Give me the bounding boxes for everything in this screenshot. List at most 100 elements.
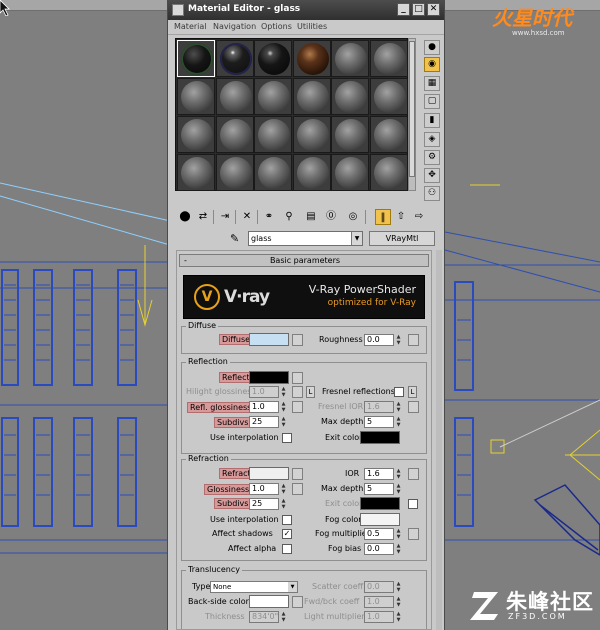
spinner-arrows-icon[interactable]: ▲ ▼	[279, 483, 288, 495]
minimize-button[interactable]: _	[397, 3, 410, 16]
close-button[interactable]: ✕	[427, 3, 440, 16]
menu-utilities[interactable]: Utilities	[297, 22, 327, 31]
assign-to-selection-icon[interactable]: ⇥	[217, 209, 233, 225]
reflect-color-swatch[interactable]	[249, 371, 289, 384]
hilight-glossiness-spinner[interactable]: 1.0 ▲ ▼	[249, 386, 285, 398]
material-slot[interactable]	[215, 40, 254, 77]
fresnel-ior-map-button[interactable]	[408, 401, 419, 413]
material-slot[interactable]	[177, 78, 215, 115]
make-unique-icon[interactable]: ⚲	[281, 209, 297, 225]
material-slot[interactable]	[370, 154, 408, 191]
material-slot[interactable]	[331, 154, 370, 191]
material-slot[interactable]	[254, 40, 293, 77]
ior-map-button[interactable]	[408, 468, 419, 480]
back-side-color-swatch[interactable]	[249, 595, 289, 608]
material-map-navigator-icon[interactable]: ⚇	[424, 186, 440, 201]
basic-parameters-rollout-header[interactable]: - Basic parameters	[179, 254, 429, 267]
pick-material-eyedropper-icon[interactable]: ✎	[230, 232, 244, 246]
sample-type-icon[interactable]: ●	[424, 40, 440, 55]
hilight-map-button[interactable]	[292, 386, 303, 398]
refract-glossiness-map-button[interactable]	[292, 483, 303, 495]
refl-glossiness-spinner[interactable]: 1.0 ▲ ▼	[249, 401, 285, 413]
material-type-button[interactable]: VRayMtl	[369, 231, 435, 246]
refract-exit-color-swatch[interactable]	[360, 497, 400, 510]
refract-map-button[interactable]	[292, 468, 303, 480]
diffuse-color-swatch[interactable]	[249, 333, 289, 346]
title-bar[interactable]: Material Editor - glass _ □ ✕	[168, 0, 444, 20]
options-icon[interactable]: ⚙	[424, 150, 440, 165]
material-slot[interactable]	[177, 116, 215, 153]
sample-slots-scrollbar[interactable]	[408, 38, 416, 191]
refract-use-interpolation-checkbox[interactable]	[282, 515, 292, 525]
put-to-library-icon[interactable]: ▤	[303, 209, 319, 225]
menu-material[interactable]: Material	[174, 22, 207, 31]
material-id-channel-icon[interactable]: ⓪	[323, 209, 339, 225]
spinner-arrows-icon[interactable]: ▲ ▼	[394, 611, 403, 623]
backlight-icon[interactable]: ◉	[424, 57, 440, 72]
maximize-button[interactable]: □	[412, 3, 425, 16]
material-slot[interactable]	[177, 40, 215, 77]
fog-multiplier-spinner[interactable]: 0.5 ▲ ▼	[364, 528, 400, 540]
spinner-arrows-icon[interactable]: ▲ ▼	[394, 483, 403, 495]
fog-multiplier-map-button[interactable]	[408, 528, 419, 540]
material-slot[interactable]	[370, 116, 408, 153]
fog-bias-spinner[interactable]: 0.0 ▲ ▼	[364, 543, 400, 555]
fog-color-swatch[interactable]	[360, 513, 400, 526]
refract-color-swatch[interactable]	[249, 467, 289, 480]
fresnel-lock-button[interactable]: L	[408, 386, 417, 398]
video-color-check-icon[interactable]: ▮	[424, 113, 440, 128]
put-to-scene-icon[interactable]: ⇄	[195, 209, 211, 225]
material-slot[interactable]	[331, 78, 370, 115]
reflect-exit-color-swatch[interactable]	[360, 431, 400, 444]
material-slot[interactable]	[254, 154, 293, 191]
material-slot[interactable]	[254, 78, 293, 115]
menu-options[interactable]: Options	[261, 22, 292, 31]
sample-slots-grid[interactable]	[175, 38, 408, 191]
ior-spinner[interactable]: 1.6 ▲ ▼	[364, 468, 400, 480]
reflect-subdivs-spinner[interactable]: 25 ▲ ▼	[249, 416, 285, 428]
material-slot[interactable]	[177, 154, 215, 191]
material-slot[interactable]	[292, 116, 331, 153]
spinner-arrows-icon[interactable]: ▲ ▼	[394, 528, 403, 540]
go-forward-icon[interactable]: ⇨	[411, 209, 427, 225]
material-slot[interactable]	[331, 40, 370, 77]
background-icon[interactable]: ▦	[424, 76, 440, 91]
parameters-rollout-area[interactable]: - Basic parameters V V·ray V-Ray PowerSh…	[176, 250, 432, 630]
fwd-bck-coeff-spinner[interactable]: 1.0 ▲ ▼	[364, 596, 400, 608]
refract-exit-color-checkbox[interactable]	[408, 499, 418, 509]
affect-alpha-checkbox[interactable]	[282, 544, 292, 554]
sample-uv-icon[interactable]: ▢	[424, 94, 440, 109]
spinner-arrows-icon[interactable]: ▲ ▼	[279, 611, 288, 623]
scatter-coeff-spinner[interactable]: 0.0 ▲ ▼	[364, 581, 400, 593]
light-multiplier-spinner[interactable]: 1.0 ▲ ▼	[364, 611, 400, 623]
diffuse-map-button[interactable]	[292, 334, 303, 346]
spinner-arrows-icon[interactable]: ▲ ▼	[394, 543, 403, 555]
material-slot[interactable]	[215, 116, 254, 153]
refl-glossiness-map-button[interactable]	[292, 401, 303, 413]
spinner-arrows-icon[interactable]: ▲ ▼	[394, 416, 403, 428]
spinner-arrows-icon[interactable]: ▲ ▼	[279, 401, 288, 413]
chevron-down-icon[interactable]: ▼	[288, 582, 297, 592]
get-material-icon[interactable]: ⬤	[177, 209, 193, 225]
reflect-use-interpolation-checkbox[interactable]	[282, 433, 292, 443]
reflect-max-depth-spinner[interactable]: 5 ▲ ▼	[364, 416, 400, 428]
show-end-result-icon[interactable]: ‖	[375, 209, 391, 225]
material-slot[interactable]	[370, 78, 408, 115]
material-name-field[interactable]: glass ▼	[248, 231, 363, 246]
make-copy-icon[interactable]: ⚭	[261, 209, 277, 225]
roughness-map-button[interactable]	[408, 334, 419, 346]
thickness-spinner[interactable]: 834'0" ▲ ▼	[249, 611, 285, 623]
spinner-arrows-icon[interactable]: ▲ ▼	[394, 596, 403, 608]
fresnel-ior-spinner[interactable]: 1.6 ▲ ▼	[364, 401, 400, 413]
spinner-arrows-icon[interactable]: ▲ ▼	[394, 581, 403, 593]
select-by-material-icon[interactable]: ✥	[424, 168, 440, 183]
scrollbar-thumb[interactable]	[409, 41, 415, 177]
chevron-down-icon[interactable]: ▼	[351, 232, 362, 245]
spinner-arrows-icon[interactable]: ▲ ▼	[279, 416, 288, 428]
material-slot[interactable]	[292, 40, 331, 77]
fresnel-reflections-checkbox[interactable]	[394, 387, 404, 397]
material-slot[interactable]	[215, 78, 254, 115]
editor-scrollbar[interactable]	[436, 250, 442, 630]
reflect-map-button[interactable]	[292, 372, 303, 384]
roughness-spinner[interactable]: 0.0 ▲ ▼	[364, 334, 400, 346]
